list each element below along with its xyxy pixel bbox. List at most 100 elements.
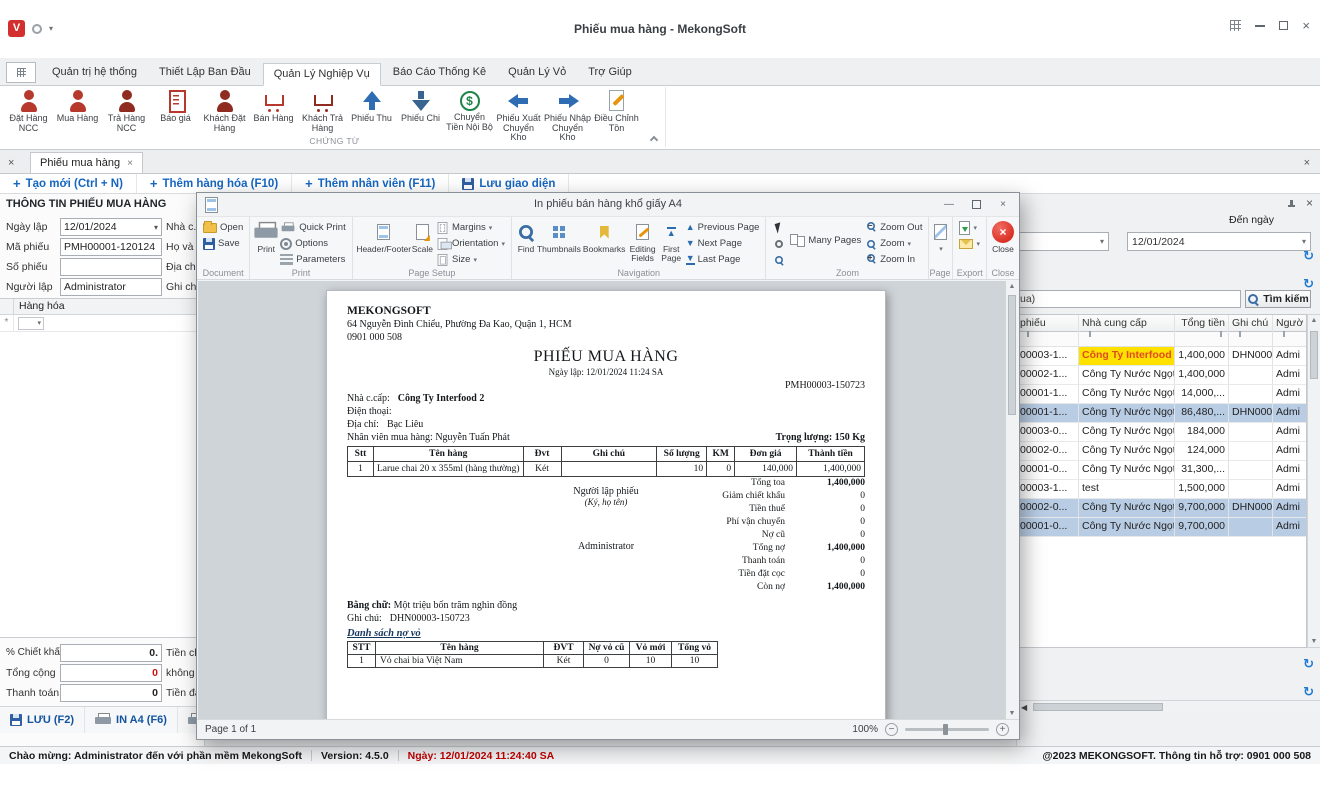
skin-selector-icon[interactable] [1230,20,1241,31]
preview-vertical-scrollbar[interactable]: ▲ ▼ [1005,281,1018,719]
so-phieu-input[interactable] [60,258,162,276]
header-footer-button[interactable]: Header/Footer [358,220,410,254]
print-a4-button[interactable]: IN A4 (F6) [85,707,178,733]
table-row[interactable]: 00003-1... Công Ty Interfood 2 1,400,000… [1017,347,1306,366]
ribbon-item-phieu-xuat-chuyen-kho[interactable]: Phiếu Xuất Chuyển Kho [494,87,543,133]
new-row-combo[interactable]: ▾ [18,317,44,330]
previous-page-button[interactable]: ▲Previous Page [684,220,762,235]
add-employee-button[interactable]: +Thêm nhân viên (F11) [292,174,449,193]
scroll-down-icon[interactable]: ▼ [1006,710,1018,717]
dialog-titlebar[interactable]: In phiếu bán hàng khổ giấy A4 — × [197,193,1019,217]
ngay-lap-date-combo[interactable]: 12/01/2024 ▾ [60,218,162,236]
new-row[interactable]: * ▾ [0,315,204,332]
page-background-button[interactable]: ▾ [934,220,947,253]
options-button[interactable]: Options [278,236,347,251]
minimize-button[interactable] [1255,25,1265,27]
search-button[interactable]: Tìm kiếm [1245,290,1311,308]
ribbon-item-ban-hang[interactable]: Bán Hàng [249,87,298,133]
find-button[interactable]: Find [517,220,535,254]
ribbon-item-phieu-chi[interactable]: Phiếu Chi [396,87,445,133]
ribbon-item-dat-hang-ncc[interactable]: Đặt Hàng NCC [4,87,53,133]
pointer-tool-button[interactable] [770,220,788,235]
margins-button[interactable]: Margins▾ [434,220,507,235]
ribbon-item-phieu-thu[interactable]: Phiếu Thu [347,87,396,133]
ribbon-item-phieu-nhap-chuyen-kho[interactable]: Phiếu Nhập Chuyển Kho [543,87,592,133]
table-row[interactable]: 00002-0... Công Ty Nước Ngọt ... 9,700,0… [1017,499,1306,518]
scroll-left-icon[interactable]: ◀ [1021,703,1027,712]
horizontal-scrollbar[interactable]: ◀ [1017,700,1320,713]
ribbon-tab-quan-tri-he-thong[interactable]: Quản trị hệ thống [42,62,147,85]
close-button[interactable]: × [1302,21,1310,31]
refresh-icon[interactable]: ↻ [1303,278,1314,290]
magnifier-tool-button[interactable] [770,252,788,267]
last-page-button[interactable]: ▼Last Page [684,252,762,267]
table-row[interactable]: 00002-0... Công Ty Nước Ngọt ... 124,000… [1017,442,1306,461]
zoom-button[interactable]: Zoom▾ [863,236,924,251]
chiet-khau-input[interactable] [60,644,162,662]
parameters-button[interactable]: Parameters [278,252,347,267]
tab-close-icon[interactable]: × [127,158,133,169]
column-header-ghi-chu[interactable]: Ghi chú [1229,315,1273,331]
print-button[interactable]: Print [255,220,277,254]
scale-button[interactable]: Scale [412,220,433,254]
zoom-out-button[interactable]: − [885,723,898,736]
editing-fields-button[interactable]: Editing Fields [627,220,657,264]
ribbon-item-mua-hang[interactable]: Mua Hàng [53,87,102,133]
close-all-tabs-icon[interactable]: × [8,157,22,169]
column-header-nha-cung-cap[interactable]: Nhà cung cấp [1079,315,1175,331]
save-button[interactable]: Save [201,236,245,251]
nguoi-lap-input[interactable] [60,278,162,296]
zoom-out-button[interactable]: −Zoom Out [863,220,924,235]
column-header-tong-tien[interactable]: Tổng tiền [1175,315,1229,331]
maximize-button[interactable] [1279,21,1288,30]
ma-phieu-input[interactable] [60,238,162,256]
table-row[interactable]: 00003-0... Công Ty Nước Ngọt ... 184,000… [1017,423,1306,442]
refresh-icon[interactable]: ↻ [1303,658,1314,670]
vertical-scrollbar[interactable]: ▲ ▼ [1307,314,1320,648]
tong-cong-input[interactable] [60,664,162,682]
thanh-toan-input[interactable] [60,684,162,702]
ribbon-item-khach-dat-hang[interactable]: Khách Đặt Hàng [200,87,249,133]
ribbon-tab-thiet-lap-ban-dau[interactable]: Thiết Lập Ban Đầu [149,62,261,85]
add-item-button[interactable]: +Thêm hàng hóa (F10) [137,174,292,193]
ribbon-item-bao-gia[interactable]: Báo giá [151,87,200,133]
from-date-combo[interactable]: ▾ [1017,232,1109,251]
document-tab-phieu-mua-hang[interactable]: Phiếu mua hàng × [30,152,143,173]
close-preview-button[interactable]: ×Close [992,220,1014,254]
save-layout-button[interactable]: Lưu giao diện [449,174,569,193]
quick-print-button[interactable]: Quick Print [278,220,347,235]
scrollbar-thumb[interactable] [1008,295,1016,415]
dialog-maximize-button[interactable] [964,195,988,214]
ribbon-item-tra-hang-ncc[interactable]: Trả Hàng NCC [102,87,151,133]
column-header-nguoi[interactable]: Ngườ [1273,315,1306,331]
table-row[interactable]: 00002-1... Công Ty Nước Ngọt ... 1,400,0… [1017,366,1306,385]
create-new-button[interactable]: +Tạo mới (Ctrl + N) [0,174,137,193]
open-button[interactable]: Open [201,220,245,235]
search-input[interactable]: ua) [1017,290,1241,308]
pin-icon[interactable] [1287,200,1296,209]
zoom-in-button[interactable]: +Zoom In [863,252,924,267]
table-row[interactable]: 00001-0... Công Ty Nước Ngọt ... 9,700,0… [1017,518,1306,537]
zoom-slider-thumb[interactable] [943,724,948,735]
scrollbar-thumb[interactable] [1033,703,1163,711]
refresh-icon[interactable]: ↻ [1303,686,1314,698]
scrollbar-thumb[interactable] [1310,331,1318,379]
to-date-combo[interactable]: 12/01/2024▾ [1127,232,1311,251]
dialog-close-button[interactable]: × [991,195,1015,214]
bookmarks-button[interactable]: Bookmarks [583,220,626,254]
ribbon-item-chuyen-tien-noi-bo[interactable]: Chuyển Tiền Nội Bộ [445,87,494,133]
ribbon-tab-quan-ly-nghiep-vu[interactable]: Quản Lý Nghiệp Vụ [263,63,381,86]
ribbon-tab-tro-giup[interactable]: Trợ Giúp [578,62,641,85]
next-page-button[interactable]: ▼Next Page [684,236,762,251]
ribbon-tab-quan-ly-vo[interactable]: Quản Lý Vỏ [498,62,576,85]
first-page-button[interactable]: ▲First Page [660,220,683,264]
table-row[interactable]: 00003-1... test 1,500,000 Admi [1017,480,1306,499]
thumbnails-button[interactable]: Thumbnails [537,220,581,254]
table-row[interactable]: 00001-1... Công Ty Nước Ngọt ... 14,000,… [1017,385,1306,404]
application-menu-button[interactable] [6,62,36,83]
ribbon-tab-bao-cao-thong-ke[interactable]: Báo Cáo Thống Kê [383,62,496,85]
table-row[interactable]: 00001-1... Công Ty Nước Ngọt ... 86,480,… [1017,404,1306,423]
column-header-phieu[interactable]: phiếu [1017,315,1079,331]
panel-close-icon[interactable]: × [1306,196,1313,210]
scroll-up-icon[interactable]: ▲ [1006,283,1018,290]
